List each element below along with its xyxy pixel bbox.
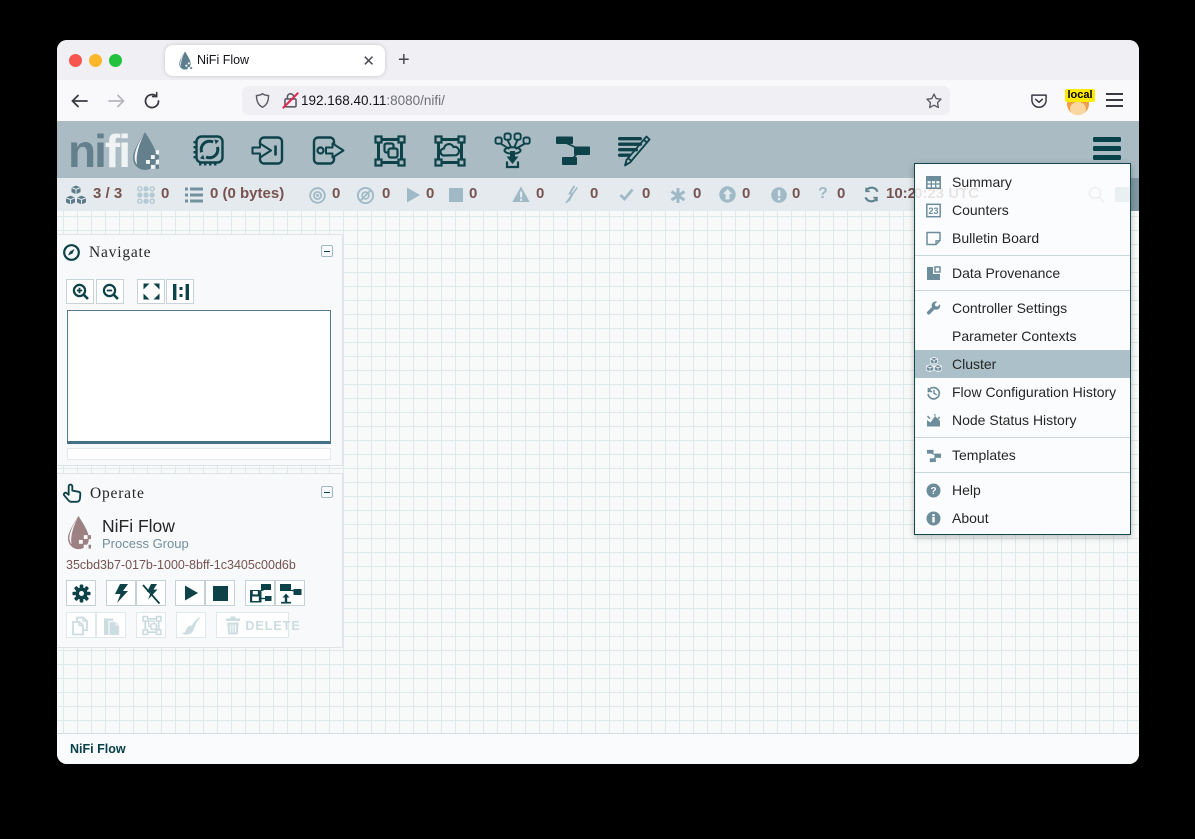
svg-text:23: 23 [928, 206, 938, 216]
svg-text:?: ? [930, 486, 936, 497]
